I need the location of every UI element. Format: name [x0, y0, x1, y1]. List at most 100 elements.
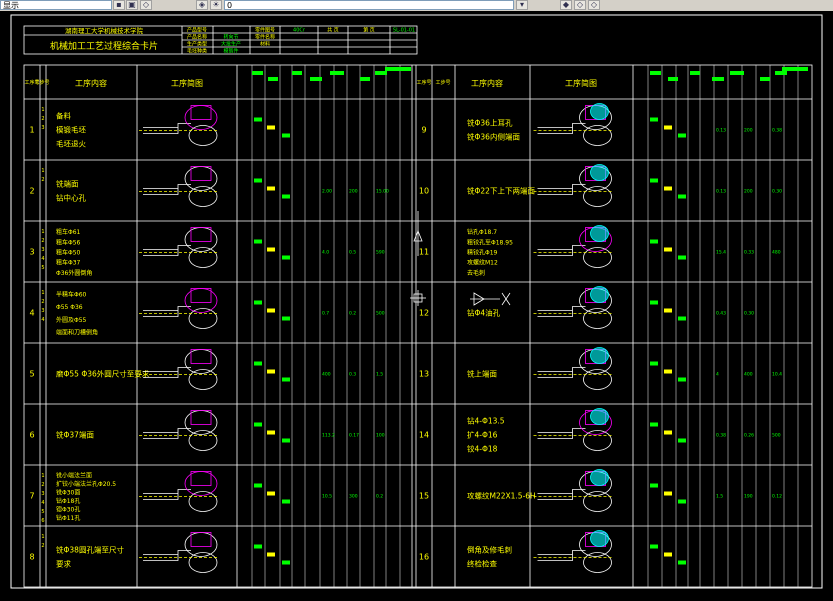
drawing-canvas[interactable]: 湖南理工大学机械技术学院 机械加工工艺过程综合卡片 产品型号 产品名称 生产类型…	[0, 11, 833, 597]
op-param: 113.2	[322, 433, 335, 439]
op-step: 3	[41, 125, 44, 131]
op-param: 0.26	[744, 433, 754, 439]
op-param: 0.5	[349, 250, 356, 256]
param-cell-mark	[267, 125, 275, 130]
right-col-sketch: 工序简图	[565, 78, 597, 88]
op-content-line: 铣Φ36内侧端面	[467, 132, 520, 142]
param-cell-mark	[267, 247, 275, 252]
process-sketch	[533, 530, 614, 573]
param-cell-mark	[254, 544, 262, 549]
param-cell-mark	[678, 377, 686, 382]
op-param: 0.30	[772, 189, 782, 195]
layer-state-icon[interactable]: ◈	[196, 0, 208, 10]
layer-prev-icon[interactable]: ◇	[588, 0, 600, 10]
process-sketch	[139, 410, 219, 451]
op-content-line: 钻Φ18孔	[56, 497, 80, 505]
op-param: 15.00	[376, 189, 389, 195]
op-param: 1.5	[376, 372, 383, 378]
op-content-line: 终检检查	[467, 559, 497, 569]
product-name-label: 产品名称	[187, 34, 207, 41]
op-content-line: 铣端面	[56, 179, 79, 189]
op-param: 200	[744, 189, 753, 195]
op-content-line: Φ36外圆倒角	[56, 269, 92, 277]
op-content-line: 钻Φ4油孔	[467, 308, 501, 318]
param-cell-mark	[267, 369, 275, 374]
op-content-line: 铣Φ37端面	[56, 430, 94, 440]
layer-icon[interactable]: ◇	[140, 0, 152, 10]
op-number: 2	[29, 187, 34, 196]
save-icon[interactable]: ▪	[113, 0, 125, 10]
header-param-cell	[650, 71, 661, 75]
param-cell-mark	[678, 133, 686, 138]
op-step: 1	[41, 168, 44, 174]
op-content-line: 要求	[56, 559, 71, 569]
op-content-line: 粗车Φ37	[56, 259, 81, 267]
process-sketch	[533, 164, 614, 207]
param-cell-mark	[282, 316, 290, 321]
right-col-step: 工步号	[435, 80, 450, 86]
process-sketch	[533, 286, 614, 329]
param-cell-mark	[664, 369, 672, 374]
op-content-line: 钻Φ11孔	[56, 514, 80, 522]
op-param: 0.43	[716, 311, 726, 317]
param-cell-mark	[678, 194, 686, 199]
param-cell-mark	[664, 186, 672, 191]
process-sketch	[533, 225, 614, 268]
layer-filter-combo[interactable]: 显示	[0, 0, 112, 10]
op-param: 300	[349, 494, 358, 500]
header-param-cell	[268, 77, 278, 81]
param-cell-mark	[664, 430, 672, 435]
op-param: 400	[322, 372, 331, 378]
op-step: 4	[41, 317, 44, 323]
op-number: 15	[419, 492, 429, 501]
production-value: 大批生产	[221, 41, 241, 48]
op-content-line: 端面和刀槽倒角	[56, 329, 98, 337]
blank-value: 模锻件	[223, 48, 238, 55]
param-cell-mark	[650, 300, 658, 305]
process-sketch	[533, 469, 614, 512]
header-param-cell	[375, 71, 387, 75]
process-rows: 1123备料模锻毛坯毛坯退火212 铣端面钻中心孔2.00 200 15.003123…	[29, 103, 782, 573]
param-cell-mark	[678, 255, 686, 260]
part-name-value: 转向节	[223, 34, 238, 41]
process-sketch	[533, 408, 614, 451]
op-param: 0.38	[772, 128, 782, 134]
code-value: SL-01-01	[393, 28, 415, 34]
op-content-line: 备料	[56, 111, 71, 121]
part-name-label: 零件名称	[255, 34, 275, 41]
op-content-line: 铰4-Φ18	[467, 444, 498, 454]
layer-combo-value: 0	[227, 1, 233, 10]
op-number: 11	[419, 248, 429, 257]
op-step: 2	[41, 177, 44, 183]
op-param: 480	[772, 250, 781, 256]
param-cell-mark	[267, 430, 275, 435]
layer-combo[interactable]: 0	[224, 0, 514, 10]
param-cell-mark	[282, 499, 290, 504]
op-param: 15.4	[716, 250, 726, 256]
op-content-line: 铣Φ36上耳孔	[467, 118, 513, 128]
lightbulb-icon[interactable]: ◆	[560, 0, 572, 10]
op-step: 2	[41, 543, 44, 549]
op-number: 13	[419, 370, 429, 379]
op-content-line: 钻中心孔	[56, 193, 86, 203]
op-step: 3	[41, 308, 44, 314]
op-step: 4	[41, 256, 44, 262]
blank-label: 毛坯种类	[187, 48, 207, 55]
layer-color-icon[interactable]: ▾	[516, 0, 528, 10]
param-cell-mark	[254, 422, 262, 427]
param-cell-mark	[664, 247, 672, 252]
op-step: 2	[41, 116, 44, 122]
op-param: 500	[376, 311, 385, 317]
header-param-cell	[668, 77, 678, 81]
op-content-line: 磨Φ55 Φ36外圆尺寸至要求	[56, 369, 150, 379]
op-content-line: 扩4-Φ16	[467, 430, 498, 440]
header-param-cell	[385, 67, 411, 71]
op-content-line: 模锻毛坯	[56, 125, 86, 135]
param-cell-mark	[282, 255, 290, 260]
param-cell-mark	[650, 544, 658, 549]
sun-icon[interactable]: ☀	[210, 0, 222, 10]
print-icon[interactable]: ▣	[126, 0, 138, 10]
layers-stack-icon[interactable]: ◇	[574, 0, 586, 10]
header-param-cell	[690, 71, 700, 75]
op-content-line: 钻孔Φ18.7	[467, 228, 497, 236]
